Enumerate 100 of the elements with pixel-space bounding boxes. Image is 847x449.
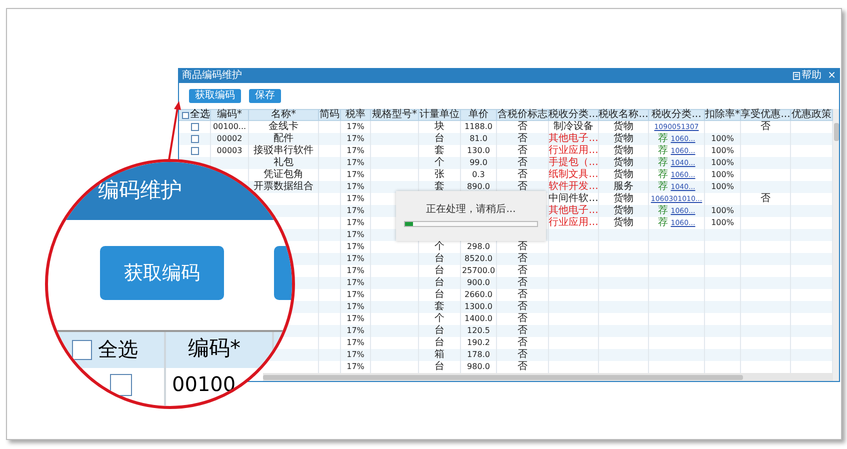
- table-cell: 100%: [711, 171, 734, 179]
- table-cell: 否: [518, 182, 528, 192]
- table-cell: 1188.0: [464, 123, 492, 131]
- table-cell: 17%: [346, 195, 364, 203]
- column-header[interactable]: 税收分类...: [548, 110, 598, 120]
- table-cell: 否: [518, 158, 528, 168]
- table-cell: 否: [518, 134, 528, 144]
- column-header[interactable]: 税率: [346, 110, 366, 120]
- table-cell: 台: [434, 326, 444, 336]
- help-button[interactable]: 帮助: [792, 71, 822, 81]
- table-cell: 17%: [346, 267, 364, 275]
- recommend-tag: 荐: [658, 206, 668, 216]
- table-cell: 套: [434, 146, 444, 156]
- table-cell: 00100...: [212, 123, 246, 131]
- column-header[interactable]: 计量单位: [420, 110, 460, 120]
- table-cell: 货物: [614, 206, 634, 216]
- table-cell: 货物: [614, 158, 634, 168]
- table-cell: 否: [518, 338, 528, 348]
- table-cell: 17%: [346, 351, 364, 359]
- checkbox[interactable]: [110, 374, 132, 396]
- recommend-tag: 荐: [658, 218, 668, 228]
- table-cell: 120.5: [467, 327, 490, 335]
- column-header[interactable]: 编码*: [217, 110, 242, 120]
- toolbar-button[interactable]: 获取编码: [189, 89, 241, 103]
- zoomed-select-all-label: 全选: [98, 339, 138, 359]
- recommend-tag: 荐: [658, 158, 668, 168]
- zoomed-column-header: 编码*: [188, 338, 240, 359]
- column-header[interactable]: 扣除率*: [705, 110, 740, 120]
- table-cell: 00003: [216, 147, 242, 155]
- scroll-thumb[interactable]: [263, 374, 743, 380]
- horizontal-scrollbar[interactable]: [263, 373, 833, 381]
- table-cell: 17%: [346, 171, 364, 179]
- table-cell: 货物: [614, 218, 634, 228]
- table-cell: 制冷设备: [554, 122, 594, 132]
- table-cell: 否: [518, 146, 528, 156]
- checkbox[interactable]: [182, 112, 189, 118]
- table-cell: 890.0: [467, 183, 490, 191]
- toolbar-button[interactable]: 保存: [249, 89, 281, 103]
- table-cell: 台: [434, 362, 444, 372]
- zoomed-get-code-button[interactable]: 获取编码: [100, 246, 224, 300]
- column-header[interactable]: 名称*: [271, 110, 296, 120]
- table-cell: 8520.0: [464, 255, 492, 263]
- vertical-scrollbar[interactable]: [833, 109, 839, 381]
- table-cell: 否: [760, 122, 770, 132]
- close-button[interactable]: ×: [828, 71, 836, 81]
- table-cell: 台: [434, 338, 444, 348]
- table-cell: 298.0: [467, 243, 490, 251]
- table-cell: 台: [434, 254, 444, 264]
- progress-message: 正在处理，请稍后...: [426, 205, 516, 215]
- window-title: 商品编码维护: [182, 71, 242, 81]
- table-cell: 否: [760, 194, 770, 204]
- table-cell: 软件开发...: [549, 182, 598, 192]
- select-all-label: 全选: [190, 110, 210, 120]
- table-cell: 金线卡: [268, 122, 298, 132]
- column-header[interactable]: 简码: [320, 110, 340, 120]
- table-cell: 凭证包角: [264, 170, 304, 180]
- column-header[interactable]: 含税价标志: [498, 110, 548, 120]
- table-cell: 套: [434, 182, 444, 192]
- table-cell: 箱: [434, 350, 444, 360]
- table-cell: 个: [434, 158, 444, 168]
- table-cell: 0.3: [472, 171, 485, 179]
- table-cell: 17%: [346, 219, 364, 227]
- column-header[interactable]: 优惠政策: [792, 110, 832, 120]
- column-header[interactable]: 税收分类...: [652, 110, 702, 120]
- table-cell: 台: [434, 134, 444, 144]
- column-header[interactable]: 税收名称...: [598, 110, 648, 120]
- table-cell: 否: [518, 314, 528, 324]
- table-cell: 否: [518, 266, 528, 276]
- checkbox[interactable]: [190, 123, 198, 131]
- table-cell: 1400.0: [464, 315, 492, 323]
- table-cell: 否: [518, 362, 528, 372]
- column-header[interactable]: 规格型号*: [372, 110, 417, 120]
- table-cell: 1300.0: [464, 303, 492, 311]
- table-cell: 17%: [346, 207, 364, 215]
- table-cell: 台: [434, 278, 444, 288]
- table-cell: 个: [434, 242, 444, 252]
- column-header[interactable]: 单价: [468, 110, 488, 120]
- table-cell: 否: [518, 242, 528, 252]
- table-cell: 否: [518, 290, 528, 300]
- table-cell: 否: [518, 254, 528, 264]
- table-cell: 2660.0: [464, 291, 492, 299]
- table-cell: 货物: [614, 122, 634, 132]
- table-cell: 否: [518, 278, 528, 288]
- column-header[interactable]: 享受优惠...: [740, 110, 790, 120]
- checkbox[interactable]: [72, 340, 92, 360]
- table-cell: 开票数据组合: [254, 182, 314, 192]
- checkbox[interactable]: [190, 135, 198, 143]
- recommend-tag: 荐: [658, 134, 668, 144]
- table-cell: 17%: [346, 327, 364, 335]
- table-cell: 台: [434, 266, 444, 276]
- table-cell: 货物: [614, 194, 634, 204]
- table-cell: 套: [434, 302, 444, 312]
- recommend-tag: 荐: [658, 182, 668, 192]
- table-cell: 手提包（...: [549, 158, 598, 168]
- table-cell: 17%: [346, 183, 364, 191]
- table-cell: 100%: [711, 183, 734, 191]
- table-cell: 货物: [614, 134, 634, 144]
- zoomed-window-title: 编码维护: [98, 180, 182, 201]
- checkbox[interactable]: [190, 147, 198, 155]
- scroll-thumb[interactable]: [834, 123, 838, 141]
